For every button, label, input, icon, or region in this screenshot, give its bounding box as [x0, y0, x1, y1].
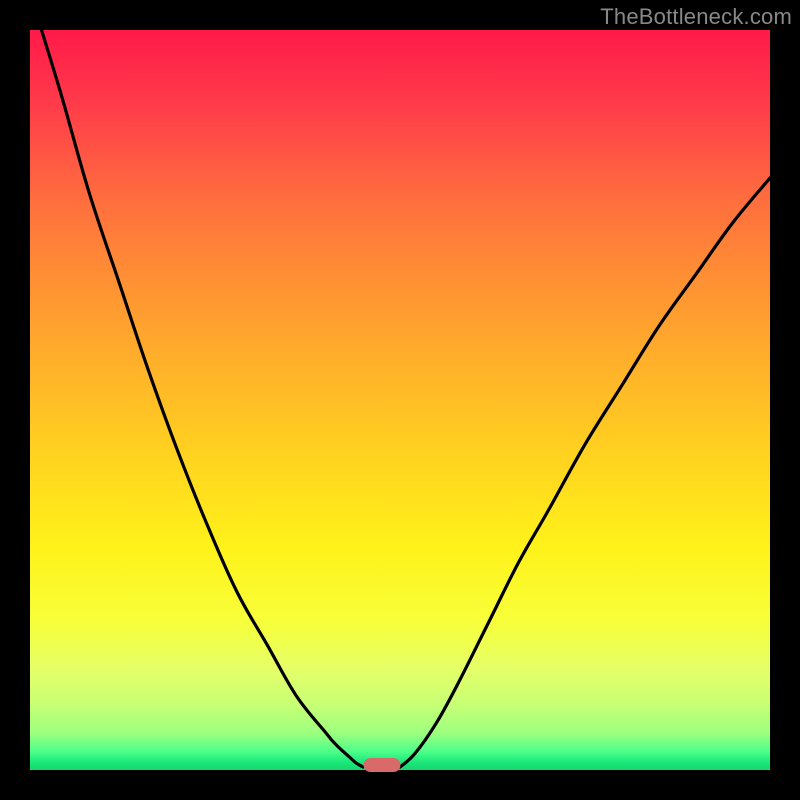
- chart-frame: TheBottleneck.com: [0, 0, 800, 800]
- plot-area: [30, 30, 770, 770]
- curve-right: [400, 178, 770, 767]
- curve-svg: [30, 30, 770, 770]
- bottleneck-marker: [363, 758, 400, 772]
- curve-left: [30, 30, 363, 767]
- watermark-text: TheBottleneck.com: [600, 4, 792, 30]
